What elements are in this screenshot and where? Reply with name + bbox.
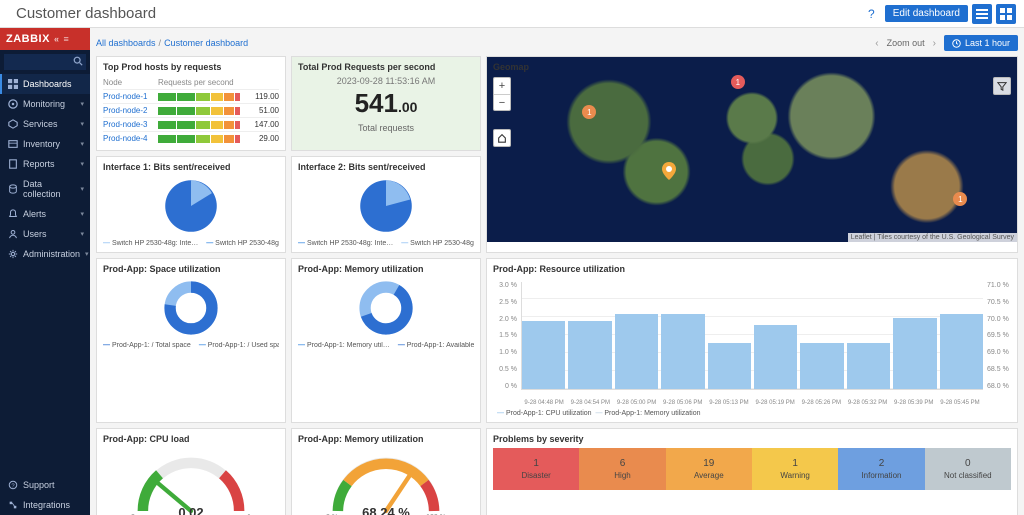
severity-cell[interactable]: 1Warning	[752, 448, 838, 490]
pie-chart	[357, 177, 415, 235]
home-icon[interactable]	[493, 129, 511, 147]
time-next-icon[interactable]: ›	[931, 38, 938, 49]
pin-icon[interactable]: ≡	[63, 34, 69, 44]
sidebar-item-reports[interactable]: Reports▾	[0, 154, 90, 174]
sidebar-item-data-collection[interactable]: Data collection▾	[0, 174, 90, 204]
host-link[interactable]: Prod-node-1	[103, 92, 158, 101]
time-prev-icon[interactable]: ‹	[873, 38, 880, 49]
panel-geomap: Geomap + − 1 1 1 Leaflet | Tiles courtes…	[486, 56, 1018, 253]
bar	[615, 314, 658, 389]
sidebar: ZABBIX « ≡ Dashboards Monitoring▾ Servic…	[0, 28, 90, 515]
panel-interface-2: Interface 2: Bits sent/received Switch H…	[291, 156, 481, 253]
clock-icon	[952, 39, 961, 48]
memory-util-value: 68.24 %	[362, 505, 410, 515]
bar	[754, 325, 797, 389]
bar	[847, 343, 890, 389]
bar	[800, 343, 843, 389]
page-title: Customer dashboard	[16, 5, 868, 22]
severity-cell[interactable]: 2Information	[838, 448, 924, 490]
zoom-out-button[interactable]: Zoom out	[887, 38, 925, 48]
donut-chart	[357, 279, 415, 337]
zoom-out-icon[interactable]: −	[494, 94, 510, 110]
breadcrumb[interactable]: All dashboards	[96, 38, 156, 48]
panel-space-utilization: Prod-App: Space utilization Prod-App-1: …	[96, 258, 286, 423]
panel-memory-utilization-donut: Prod-App: Memory utilization Prod-App-1:…	[291, 258, 481, 423]
panel-cpu-load: Prod-App: CPU load 01 0.02 Load average …	[96, 428, 286, 515]
map-zoom-controls: + −	[493, 77, 511, 111]
donut-chart	[162, 279, 220, 337]
map-pin[interactable]: 1	[953, 192, 967, 206]
panel-memory-utilization-gauge: Prod-App: Memory utilization 0 %100 % 68…	[291, 428, 481, 515]
bar	[568, 321, 611, 389]
severity-cell[interactable]: 0Not classified	[925, 448, 1011, 490]
map-pin[interactable]: 1	[731, 75, 745, 89]
bar	[522, 321, 565, 389]
cpu-load-value: 0.02	[178, 505, 203, 515]
host-link[interactable]: Prod-node-3	[103, 120, 158, 129]
table-row: Prod-node-429.00	[103, 131, 279, 145]
sidebar-item-services[interactable]: Services▾	[0, 114, 90, 134]
sidebar-item-integrations[interactable]: Integrations	[0, 495, 90, 515]
severity-cell[interactable]: 19Average	[666, 448, 752, 490]
time-range-button[interactable]: Last 1 hour	[944, 35, 1018, 51]
pie-chart	[162, 177, 220, 235]
bar	[940, 314, 983, 389]
edit-dashboard-button[interactable]: Edit dashboard	[885, 5, 968, 22]
help-icon[interactable]: ?	[868, 7, 875, 21]
sidebar-item-inventory[interactable]: Inventory▾	[0, 134, 90, 154]
bar	[708, 343, 751, 389]
table-row: Prod-node-3147.00	[103, 117, 279, 131]
severity-cell[interactable]: 1Disaster	[493, 448, 579, 490]
search-input[interactable]	[4, 54, 86, 70]
panel-interface-1: Interface 1: Bits sent/received Switch H…	[96, 156, 286, 253]
timestamp: 2023-09-28 11:53:16 AM	[298, 76, 474, 86]
bar	[661, 314, 704, 389]
severity-cell[interactable]: 6High	[579, 448, 665, 490]
sidebar-item-monitoring[interactable]: Monitoring▾	[0, 94, 90, 114]
sidebar-item-support[interactable]: ?Support	[0, 475, 90, 495]
breadcrumb[interactable]: Customer dashboard	[164, 38, 248, 48]
bar	[893, 318, 936, 389]
panel-total-requests: Total Prod Requests per second 2023-09-2…	[291, 56, 481, 151]
map-canvas[interactable]: + − 1 1 1 Leaflet | Tiles courtesy of th…	[487, 57, 1017, 242]
zoom-in-icon[interactable]: +	[494, 78, 510, 94]
map-attribution: Leaflet | Tiles courtesy of the U.S. Geo…	[848, 233, 1017, 242]
kiosk-view-icon[interactable]	[996, 4, 1016, 24]
brand-logo[interactable]: ZABBIX « ≡	[0, 28, 90, 50]
sidebar-item-administration[interactable]: Administration▾	[0, 244, 90, 264]
host-link[interactable]: Prod-node-2	[103, 106, 158, 115]
panel-top-hosts: Top Prod hosts by requests NodeRequests …	[96, 56, 286, 151]
sidebar-item-alerts[interactable]: Alerts▾	[0, 204, 90, 224]
collapse-icon[interactable]: «	[54, 34, 60, 44]
host-link[interactable]: Prod-node-4	[103, 134, 158, 143]
map-pin[interactable]: 1	[582, 105, 596, 119]
search-icon	[73, 56, 83, 66]
filter-icon[interactable]	[993, 77, 1011, 95]
total-requests-value: 541.00	[298, 88, 474, 119]
panel-problems-by-severity: Problems by severity 1Disaster6High19Ave…	[486, 428, 1018, 515]
list-view-icon[interactable]	[972, 4, 992, 24]
panel-resource-utilization: Prod-App: Resource utilization 3.0 %2.5 …	[486, 258, 1018, 423]
map-pin[interactable]	[662, 162, 676, 180]
table-row: Prod-node-251.00	[103, 103, 279, 117]
table-row: Prod-node-1119.00	[103, 89, 279, 103]
sidebar-item-dashboards[interactable]: Dashboards	[0, 74, 90, 94]
sidebar-item-users[interactable]: Users▾	[0, 224, 90, 244]
